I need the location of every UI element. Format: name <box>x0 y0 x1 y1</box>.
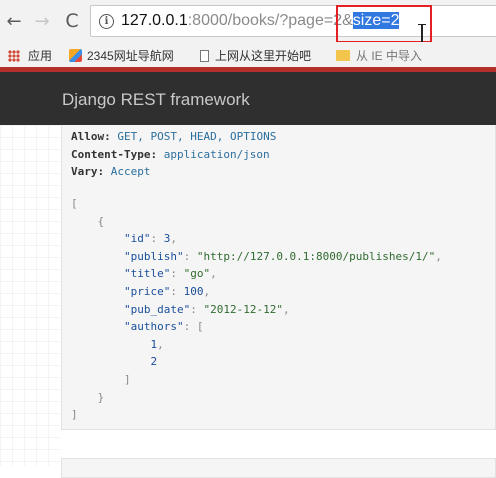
bookmark-label: 2345网址导航网 <box>87 49 174 63</box>
bookmark-2345[interactable]: 2345网址导航网 <box>69 47 174 64</box>
header-row-allow: Allow: GET, POST, HEAD, OPTIONS <box>71 130 277 143</box>
back-arrow-icon: ← <box>6 10 22 32</box>
bookmark-start-page[interactable]: 上网从这里开始吧 <box>200 47 311 64</box>
url-host: 127.0.0.1 <box>121 12 188 29</box>
response-panel: Allow: GET, POST, HEAD, OPTIONS Content-… <box>61 125 496 430</box>
header-row-content-type: Content-Type: application/json <box>71 147 270 161</box>
json-response-body: [ { "id": 3, "publish": "http://127.0.0.… <box>71 197 442 422</box>
json-key-id: "id" <box>123 232 151 246</box>
apps-grid-icon <box>8 49 20 62</box>
reload-button[interactable]: C <box>60 8 84 34</box>
json-value-publish: "http://127.0.0.1:8000/publishes/1/" <box>196 249 436 263</box>
json-value-title: "go" <box>183 267 211 281</box>
json-author-item: 2 <box>150 355 158 369</box>
json-key-price: "price" <box>123 284 171 298</box>
response-headers: Allow: GET, POST, HEAD, OPTIONS Content-… <box>71 128 276 181</box>
background-grid <box>0 125 60 466</box>
folder-icon <box>336 50 350 61</box>
reload-icon: C <box>65 10 79 32</box>
lower-panel <box>61 458 496 478</box>
json-key-title: "title" <box>123 267 171 281</box>
json-key-pub-date: "pub_date" <box>123 302 191 316</box>
back-button[interactable]: ← <box>2 8 26 34</box>
text-cursor-icon <box>418 24 426 44</box>
bookmark-apps[interactable]: 应用 <box>8 47 52 64</box>
forward-button[interactable]: → <box>30 8 54 34</box>
json-key-authors: "authors" <box>123 320 184 334</box>
navbar-brand[interactable]: Django REST framework <box>62 90 250 110</box>
drf-navbar: Django REST framework <box>0 72 496 125</box>
browser-toolbar: ← → C i 127.0.0.1:8000/books/?page=2&siz… <box>0 0 496 44</box>
bookmark-ie-import[interactable]: 从 IE 中导入 <box>336 47 422 64</box>
page-icon <box>200 49 209 62</box>
forward-arrow-icon: → <box>34 10 50 32</box>
header-row-vary: Vary: Accept <box>71 165 151 178</box>
address-bar[interactable]: i 127.0.0.1:8000/books/?page=2&size=2 <box>90 5 496 37</box>
json-value-price: 100 <box>183 284 204 298</box>
site-info-icon[interactable]: i <box>99 14 114 29</box>
2345-logo-icon <box>69 49 82 62</box>
json-value-pub-date: "2012-12-12" <box>203 302 283 316</box>
bookmark-label: 从 IE 中导入 <box>356 49 423 63</box>
bookmarks-bar: 应用 2345网址导航网 上网从这里开始吧 从 IE 中导入 <box>0 42 496 68</box>
url-path: :8000/books/?page=2& <box>187 12 353 29</box>
bookmark-label: 上网从这里开始吧 <box>215 49 312 63</box>
json-key-publish: "publish" <box>123 249 184 263</box>
bookmark-label: 应用 <box>28 49 53 63</box>
